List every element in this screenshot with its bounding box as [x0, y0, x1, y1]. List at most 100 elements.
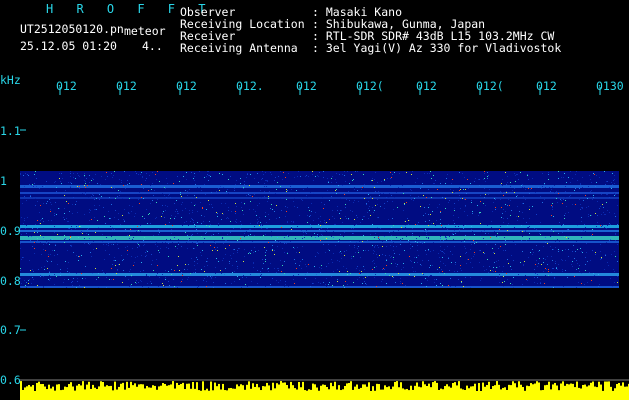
spectro-speck	[117, 270, 118, 271]
spectro-speck	[372, 245, 373, 246]
spectro-speck	[246, 277, 247, 278]
spectro-speck	[370, 215, 371, 216]
spectro-speck	[343, 285, 344, 286]
spectro-speck	[577, 225, 578, 226]
amplitude-bar	[248, 381, 250, 400]
spectro-speck	[354, 200, 355, 201]
spectro-speck	[274, 254, 275, 255]
spectro-speck	[324, 222, 325, 223]
spectro-speck	[453, 215, 454, 216]
spectro-speck	[78, 225, 79, 226]
spectro-speck	[262, 171, 263, 172]
spectro-speck	[217, 216, 218, 217]
spectro-speck	[521, 225, 522, 226]
spectro-speck	[88, 243, 89, 244]
spectro-speck	[124, 171, 125, 172]
spectro-speck	[208, 175, 209, 176]
spectro-speck	[185, 264, 186, 265]
spectro-speck	[396, 246, 397, 247]
spectro-speck	[158, 286, 159, 287]
spectro-speck	[600, 206, 601, 207]
spectro-speck	[101, 176, 102, 177]
spectro-speck	[551, 229, 552, 230]
spectro-speck	[592, 234, 593, 235]
spectro-speck	[70, 187, 71, 188]
spectro-speck	[115, 210, 116, 211]
spectro-speck	[522, 251, 523, 252]
spectro-speck	[377, 199, 378, 200]
spectro-speck	[575, 251, 576, 252]
spectro-speck	[226, 218, 227, 219]
spectro-speck	[326, 231, 327, 232]
spectro-speck	[280, 186, 281, 187]
spectro-speck	[609, 197, 610, 198]
spectro-speck	[440, 219, 441, 220]
spectro-speck	[276, 280, 277, 281]
spectro-speck	[182, 275, 183, 276]
spectro-speck	[232, 272, 233, 273]
spectro-speck	[576, 171, 577, 172]
spectro-speck	[353, 282, 354, 283]
spectro-speck	[597, 222, 598, 223]
spectro-speck	[120, 224, 121, 225]
amplitude-bar	[122, 382, 124, 400]
spectro-speck	[444, 249, 445, 250]
spectro-speck	[417, 224, 418, 225]
spectro-speck	[249, 185, 250, 186]
spectro-speck	[132, 248, 133, 249]
spectro-speck	[548, 269, 549, 270]
spectro-speck	[139, 203, 140, 204]
spectro-speck	[84, 214, 85, 215]
spectro-speck	[382, 254, 383, 255]
spectro-speck	[348, 219, 349, 220]
spectro-speck	[487, 259, 488, 260]
spectro-speck	[93, 179, 94, 180]
spectro-speck	[488, 233, 489, 234]
spectro-speck	[282, 265, 283, 266]
spectro-speck	[393, 242, 394, 243]
spectro-speck	[112, 227, 113, 228]
y-axis-unit: kHz	[0, 73, 21, 87]
spectro-speck	[134, 216, 135, 217]
spectro-speck	[208, 171, 209, 172]
spectro-speck	[346, 268, 347, 269]
spectro-speck	[257, 205, 258, 206]
amplitude-bar	[124, 389, 126, 400]
amplitude-bar	[54, 390, 56, 400]
spectro-speck	[281, 271, 282, 272]
spectro-speck	[157, 273, 158, 274]
spectro-speck	[383, 268, 384, 269]
spectro-speck	[82, 233, 83, 234]
spectro-speck	[259, 217, 260, 218]
spectro-speck	[79, 186, 80, 187]
spectro-speck	[220, 186, 221, 187]
spectro-speck	[483, 252, 484, 253]
spectro-speck	[368, 218, 369, 219]
spectro-speck	[601, 257, 602, 258]
spectro-speck	[307, 222, 308, 223]
spectro-speck	[357, 266, 358, 267]
spectro-speck	[603, 207, 604, 208]
amplitude-bar	[42, 384, 44, 400]
spectro-speck	[471, 258, 472, 259]
spectro-speck	[529, 226, 530, 227]
spectro-speck	[287, 207, 288, 208]
spectro-speck	[147, 283, 148, 284]
spectro-speck	[474, 252, 475, 253]
spectro-speck	[41, 267, 42, 268]
spectro-speck	[172, 225, 173, 226]
carrier-band	[20, 230, 619, 232]
spectro-speck	[90, 210, 91, 211]
spectro-speck	[331, 196, 332, 197]
spectro-speck	[467, 179, 468, 180]
spectro-speck	[149, 276, 150, 277]
amplitude-bar	[562, 381, 564, 400]
spectro-speck	[349, 245, 350, 246]
spectro-speck	[106, 287, 107, 288]
timestamp: 25.12.05 01:20	[20, 39, 117, 53]
spectro-speck	[203, 280, 204, 281]
spectro-speck	[173, 279, 174, 280]
spectro-speck	[201, 223, 202, 224]
spectro-speck	[302, 259, 303, 260]
spectro-speck	[257, 223, 258, 224]
